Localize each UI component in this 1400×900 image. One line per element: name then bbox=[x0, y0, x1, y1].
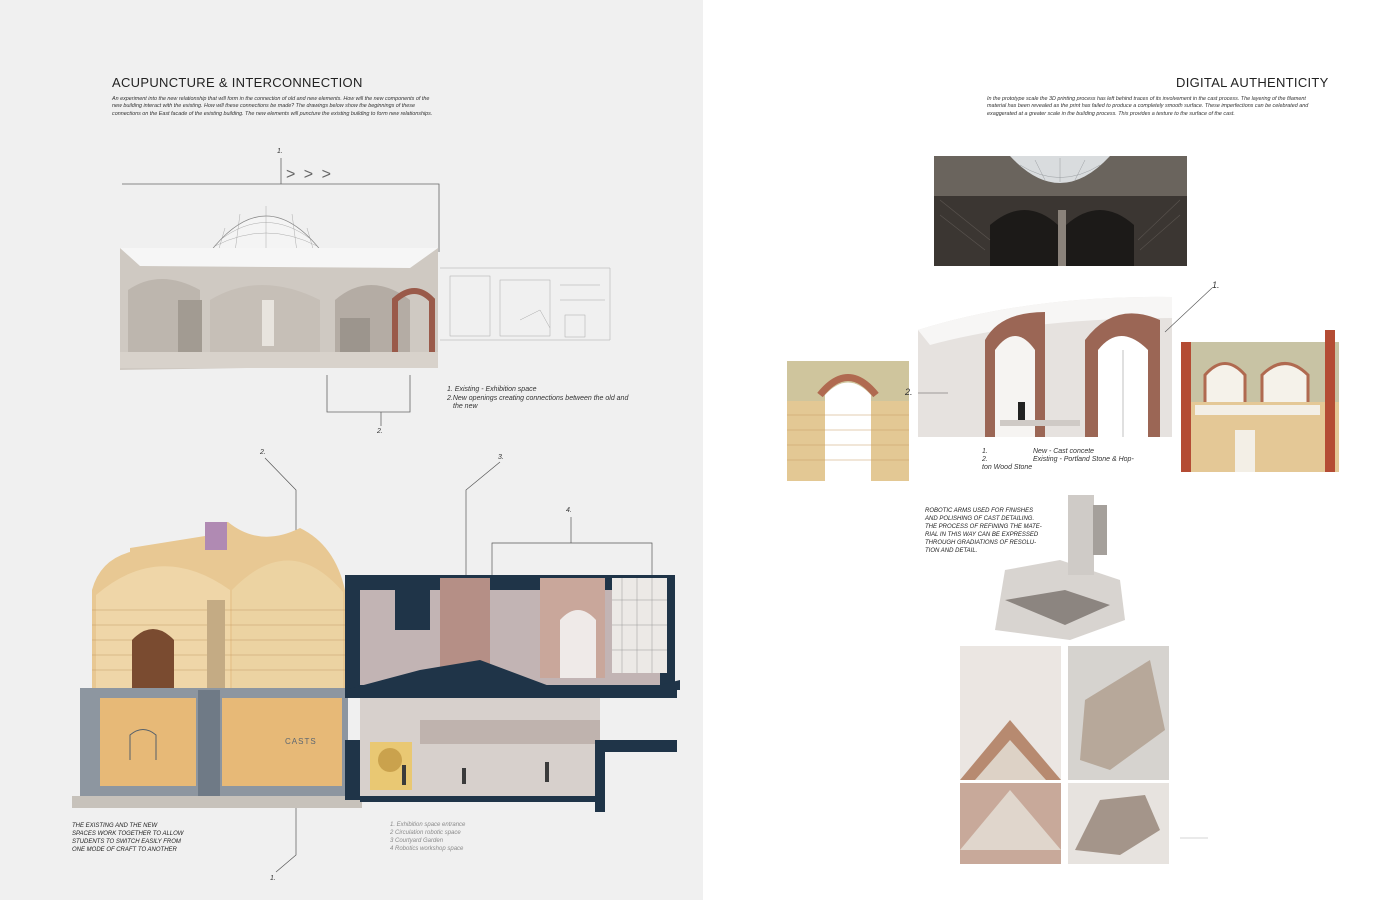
right-legend-1: 1. bbox=[982, 448, 988, 455]
right-marker-2: 2. bbox=[905, 387, 913, 397]
right-legend-2-text: Existing - Portland Stone & Hop- bbox=[1033, 456, 1134, 463]
right-legend-2: 2. bbox=[982, 456, 988, 463]
right-legend-1-text: New - Cast concete bbox=[1033, 448, 1095, 455]
right-visuals bbox=[787, 156, 1339, 864]
right-legend-2-text-cont: ton Wood Stone bbox=[982, 464, 1033, 471]
right-marker-1: 1. bbox=[1212, 280, 1220, 290]
robotic-caption-6: TION AND DETAIL. bbox=[925, 548, 978, 554]
